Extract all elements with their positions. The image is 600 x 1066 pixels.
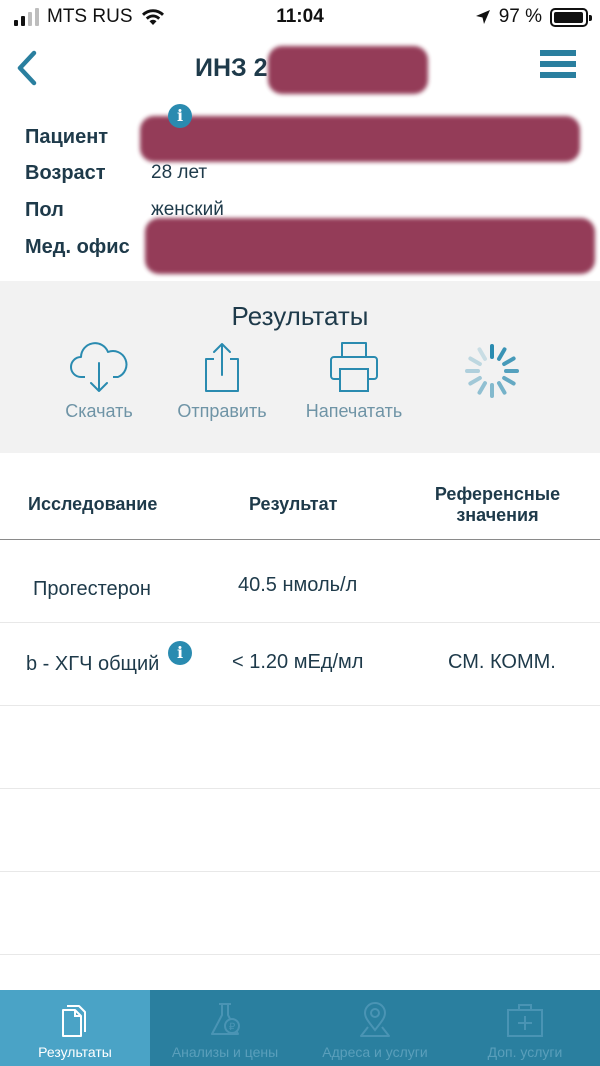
printer-icon [330, 342, 378, 392]
info-icon[interactable]: i [168, 641, 192, 665]
svg-text:₽: ₽ [229, 1022, 236, 1033]
redacted-med-office [145, 218, 595, 274]
redacted-title [268, 46, 428, 94]
chevron-left-icon [17, 50, 37, 86]
cellular-signal-icon [14, 8, 39, 26]
battery-fill [554, 11, 584, 23]
tab-bar: Результаты ₽ Анализы и цены Адреса и усл… [0, 990, 600, 1066]
menu-line [540, 61, 576, 67]
header-reference-line2: значения [456, 505, 539, 525]
patient-row-name: Пациент [25, 122, 151, 152]
tab-addresses-services[interactable]: Адреса и услуги [300, 990, 450, 1066]
menu-line [540, 72, 576, 78]
tab-extra-services[interactable]: Доп. услуги [450, 990, 600, 1066]
back-button[interactable] [10, 48, 46, 88]
send-label: Отправить [177, 401, 267, 421]
row-result: 40.5 нмоль/л [238, 574, 358, 596]
redacted-patient-name [140, 116, 580, 162]
header-result: Результат [249, 494, 338, 514]
tab-analyses-prices[interactable]: ₽ Анализы и цены [150, 990, 300, 1066]
row-study: b - ХГЧ общий [26, 653, 160, 675]
print-label: Напечатать [305, 401, 403, 421]
patient-age-value: 28 лет [151, 162, 208, 183]
patient-sex-label: Пол [25, 198, 64, 221]
tab-results-label: Результаты [38, 1044, 112, 1060]
tab-addresses-label: Адреса и услуги [322, 1044, 428, 1060]
wifi-icon [141, 9, 164, 25]
flask-icon: ₽ [211, 1003, 240, 1035]
patient-age-label: Возраст [25, 161, 106, 184]
row-reference: СМ. КОММ. [448, 651, 556, 673]
header-reference-line1: Референсные [434, 484, 561, 504]
loading-indicator [437, 341, 547, 409]
patient-row-office: Мед. офис [25, 232, 151, 262]
print-button[interactable]: Напечатать [299, 341, 409, 422]
share-icon [205, 343, 239, 392]
menu-line [540, 50, 576, 56]
table-row[interactable]: Прогестерон i 40.5 нмоль/л [0, 104, 600, 623]
send-button[interactable]: Отправить [167, 341, 277, 422]
menu-button[interactable] [540, 50, 576, 86]
documents-icon [62, 1005, 86, 1037]
header-reference: Референсные значения [420, 484, 575, 526]
battery-percent: 97 % [498, 6, 542, 27]
patient-info: Пациент Возраст 28 лет Пол женский Мед. … [0, 116, 600, 278]
patient-office-label: Мед. офис [25, 235, 130, 258]
tab-analyses-label: Анализы и цены [171, 1044, 279, 1060]
battery-icon [550, 7, 592, 27]
page-title: ИНЗ 2 [195, 54, 268, 82]
empty-row [0, 706, 600, 789]
empty-row [0, 789, 600, 872]
status-left: MTS RUS [14, 6, 165, 28]
cloud-download-icon [70, 342, 128, 392]
header-study: Исследование [28, 494, 158, 514]
row-study: Прогестерон [33, 578, 151, 600]
tab-extra-label: Доп. услуги [487, 1044, 563, 1060]
info-icon[interactable]: i [168, 104, 192, 128]
status-right: 97 % [475, 6, 592, 28]
location-arrow-icon [475, 10, 490, 24]
loading-spinner-icon [465, 344, 519, 398]
download-label: Скачать [65, 401, 133, 421]
results-table: Исследование Результат Референсные значе… [0, 104, 600, 955]
results-panel: Результаты Скачать Отправить Напечатать [0, 281, 600, 453]
row-result: < 1.20 мЕд/мл [232, 651, 364, 673]
patient-row-age: Возраст 28 лет [25, 158, 207, 188]
patient-name-label: Пациент [25, 125, 109, 148]
empty-row [0, 872, 600, 955]
download-button[interactable]: Скачать [44, 341, 154, 422]
carrier-name: MTS RUS [47, 6, 133, 27]
location-pin-icon [360, 1002, 390, 1037]
status-bar: MTS RUS 11:04 97 % [0, 0, 600, 36]
table-header: Исследование Результат Референсные значе… [0, 454, 600, 540]
first-aid-kit-icon [507, 1004, 543, 1037]
table-row[interactable]: b - ХГЧ общий i < 1.20 мЕд/мл СМ. КОММ. [0, 623, 600, 706]
nav-header: ИНЗ 2 [0, 36, 600, 106]
results-title: Результаты [231, 301, 369, 331]
tab-results[interactable]: Результаты [0, 990, 150, 1066]
